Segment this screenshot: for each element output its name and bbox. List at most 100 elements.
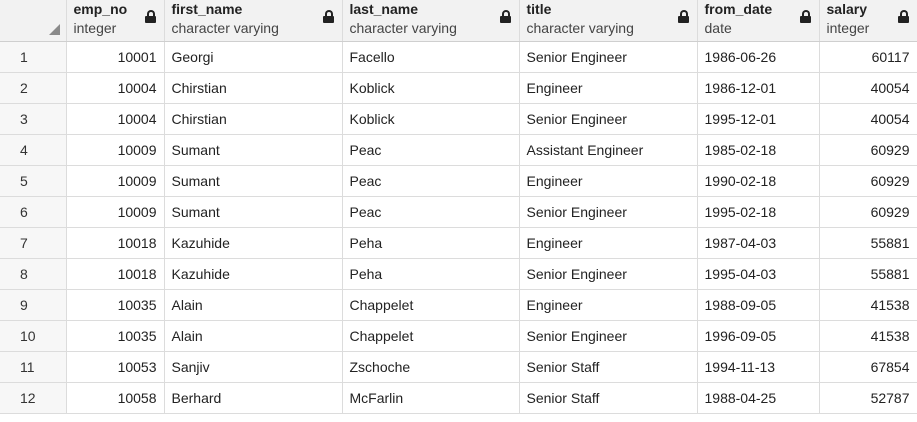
table-row[interactable]: 3 10004 Chirstian Koblick Senior Engineer 199… bbox=[0, 103, 917, 135]
cell-emp-no[interactable]: 10058 bbox=[66, 382, 165, 414]
cell-emp-no[interactable]: 10001 bbox=[66, 41, 165, 73]
cell-first-name[interactable]: Sumant bbox=[164, 134, 343, 166]
column-header-salary[interactable]: salary integer bbox=[819, 0, 917, 42]
cell-title[interactable]: Senior Engineer bbox=[519, 196, 698, 228]
row-number[interactable]: 10 bbox=[0, 320, 67, 352]
row-number[interactable]: 5 bbox=[0, 165, 67, 197]
cell-last-name[interactable]: Peha bbox=[342, 227, 520, 259]
cell-from-date[interactable]: 1994-11-13 bbox=[697, 351, 820, 383]
cell-emp-no[interactable]: 10018 bbox=[66, 258, 165, 290]
cell-emp-no[interactable]: 10009 bbox=[66, 134, 165, 166]
cell-last-name[interactable]: Peac bbox=[342, 134, 520, 166]
select-all-corner[interactable] bbox=[0, 0, 67, 42]
cell-salary[interactable]: 60929 bbox=[819, 165, 917, 197]
cell-last-name[interactable]: Peha bbox=[342, 258, 520, 290]
row-number[interactable]: 4 bbox=[0, 134, 67, 166]
cell-emp-no[interactable]: 10035 bbox=[66, 289, 165, 321]
cell-from-date[interactable]: 1987-04-03 bbox=[697, 227, 820, 259]
table-row[interactable]: 4 10009 Sumant Peac Assistant Engineer 1985-0… bbox=[0, 134, 917, 166]
cell-last-name[interactable]: Facello bbox=[342, 41, 520, 73]
row-number[interactable]: 3 bbox=[0, 103, 67, 135]
cell-title[interactable]: Engineer bbox=[519, 72, 698, 104]
cell-salary[interactable]: 52787 bbox=[819, 382, 917, 414]
cell-title[interactable]: Senior Engineer bbox=[519, 41, 698, 73]
cell-from-date[interactable]: 1986-12-01 bbox=[697, 72, 820, 104]
cell-last-name[interactable]: Chappelet bbox=[342, 289, 520, 321]
column-header-from-date[interactable]: from_date date bbox=[697, 0, 820, 42]
cell-emp-no[interactable]: 10018 bbox=[66, 227, 165, 259]
cell-from-date[interactable]: 1996-09-05 bbox=[697, 320, 820, 352]
row-number[interactable]: 6 bbox=[0, 196, 67, 228]
cell-salary[interactable]: 67854 bbox=[819, 351, 917, 383]
column-header-first-name[interactable]: first_name character varying bbox=[164, 0, 343, 42]
row-number[interactable]: 11 bbox=[0, 351, 67, 383]
cell-last-name[interactable]: Chappelet bbox=[342, 320, 520, 352]
column-header-last-name[interactable]: last_name character varying bbox=[342, 0, 520, 42]
row-number[interactable]: 2 bbox=[0, 72, 67, 104]
column-header-emp-no[interactable]: emp_no integer bbox=[66, 0, 165, 42]
cell-first-name[interactable]: Kazuhide bbox=[164, 258, 343, 290]
cell-first-name[interactable]: Georgi bbox=[164, 41, 343, 73]
cell-last-name[interactable]: Koblick bbox=[342, 72, 520, 104]
cell-from-date[interactable]: 1985-02-18 bbox=[697, 134, 820, 166]
cell-from-date[interactable]: 1990-02-18 bbox=[697, 165, 820, 197]
cell-emp-no[interactable]: 10009 bbox=[66, 196, 165, 228]
cell-from-date[interactable]: 1995-04-03 bbox=[697, 258, 820, 290]
table-row[interactable]: 12 10058 Berhard McFarlin Senior Staff 1988-0… bbox=[0, 382, 917, 414]
cell-title[interactable]: Senior Engineer bbox=[519, 258, 698, 290]
cell-salary[interactable]: 40054 bbox=[819, 72, 917, 104]
select-all-corner-icon[interactable] bbox=[48, 24, 60, 35]
cell-title[interactable]: Engineer bbox=[519, 289, 698, 321]
row-number[interactable]: 1 bbox=[0, 41, 67, 73]
cell-salary[interactable]: 41538 bbox=[819, 320, 917, 352]
table-row[interactable]: 6 10009 Sumant Peac Senior Engineer 1995-02-1… bbox=[0, 196, 917, 228]
cell-last-name[interactable]: Peac bbox=[342, 165, 520, 197]
cell-salary[interactable]: 40054 bbox=[819, 103, 917, 135]
cell-first-name[interactable]: Berhard bbox=[164, 382, 343, 414]
cell-from-date[interactable]: 1986-06-26 bbox=[697, 41, 820, 73]
cell-salary[interactable]: 60117 bbox=[819, 41, 917, 73]
cell-salary[interactable]: 55881 bbox=[819, 258, 917, 290]
cell-from-date[interactable]: 1988-04-25 bbox=[697, 382, 820, 414]
cell-title[interactable]: Senior Engineer bbox=[519, 320, 698, 352]
cell-first-name[interactable]: Alain bbox=[164, 289, 343, 321]
cell-title[interactable]: Senior Staff bbox=[519, 382, 698, 414]
cell-last-name[interactable]: Peac bbox=[342, 196, 520, 228]
cell-from-date[interactable]: 1995-02-18 bbox=[697, 196, 820, 228]
cell-first-name[interactable]: Alain bbox=[164, 320, 343, 352]
cell-title[interactable]: Engineer bbox=[519, 165, 698, 197]
cell-first-name[interactable]: Chirstian bbox=[164, 72, 343, 104]
row-number[interactable]: 8 bbox=[0, 258, 67, 290]
table-row[interactable]: 9 10035 Alain Chappelet Engineer 1988-09-05 41… bbox=[0, 289, 917, 321]
cell-title[interactable]: Engineer bbox=[519, 227, 698, 259]
table-row[interactable]: 10 10035 Alain Chappelet Senior Engineer 1996… bbox=[0, 320, 917, 352]
table-row[interactable]: 2 10004 Chirstian Koblick Engineer 1986-12-01… bbox=[0, 72, 917, 104]
cell-emp-no[interactable]: 10004 bbox=[66, 72, 165, 104]
cell-from-date[interactable]: 1988-09-05 bbox=[697, 289, 820, 321]
table-row[interactable]: 11 10053 Sanjiv Zschoche Senior Staff 1994-11… bbox=[0, 351, 917, 383]
cell-salary[interactable]: 60929 bbox=[819, 196, 917, 228]
row-number[interactable]: 7 bbox=[0, 227, 67, 259]
cell-title[interactable]: Assistant Engineer bbox=[519, 134, 698, 166]
row-number[interactable]: 9 bbox=[0, 289, 67, 321]
cell-emp-no[interactable]: 10009 bbox=[66, 165, 165, 197]
cell-salary[interactable]: 41538 bbox=[819, 289, 917, 321]
cell-salary[interactable]: 60929 bbox=[819, 134, 917, 166]
table-row[interactable]: 7 10018 Kazuhide Peha Engineer 1987-04-03 5588… bbox=[0, 227, 917, 259]
cell-last-name[interactable]: Zschoche bbox=[342, 351, 520, 383]
table-row[interactable]: 5 10009 Sumant Peac Engineer 1990-02-18 60929 bbox=[0, 165, 917, 197]
cell-first-name[interactable]: Sumant bbox=[164, 196, 343, 228]
cell-title[interactable]: Senior Staff bbox=[519, 351, 698, 383]
cell-first-name[interactable]: Chirstian bbox=[164, 103, 343, 135]
cell-last-name[interactable]: McFarlin bbox=[342, 382, 520, 414]
cell-title[interactable]: Senior Engineer bbox=[519, 103, 698, 135]
column-header-title[interactable]: title character varying bbox=[519, 0, 698, 42]
row-number[interactable]: 12 bbox=[0, 382, 67, 414]
cell-first-name[interactable]: Sanjiv bbox=[164, 351, 343, 383]
cell-emp-no[interactable]: 10035 bbox=[66, 320, 165, 352]
cell-first-name[interactable]: Kazuhide bbox=[164, 227, 343, 259]
cell-last-name[interactable]: Koblick bbox=[342, 103, 520, 135]
table-row[interactable]: 8 10018 Kazuhide Peha Senior Engineer 1995-04… bbox=[0, 258, 917, 290]
table-row[interactable]: 1 10001 Georgi Facello Senior Engineer 1986-0… bbox=[0, 41, 917, 73]
cell-from-date[interactable]: 1995-12-01 bbox=[697, 103, 820, 135]
